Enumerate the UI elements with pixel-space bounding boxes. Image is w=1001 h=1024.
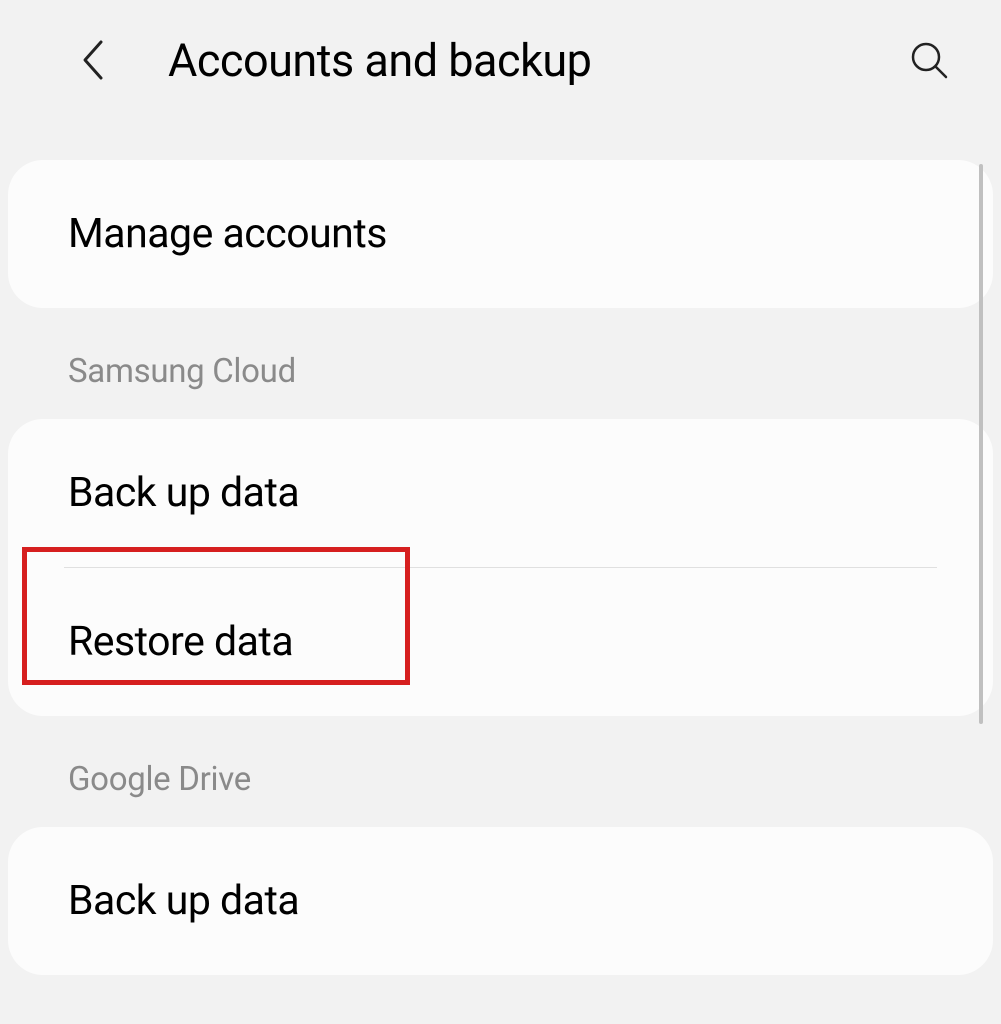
scrollbar-thumb[interactable] xyxy=(979,164,983,724)
header-bar: Accounts and backup xyxy=(0,0,1001,120)
manage-accounts-item[interactable]: Manage accounts xyxy=(8,160,993,308)
page-title: Accounts and backup xyxy=(168,34,591,87)
samsung-cloud-card: Back up data Restore data xyxy=(8,419,993,716)
google-drive-card: Back up data xyxy=(8,827,993,975)
search-button[interactable] xyxy=(905,36,953,84)
standalone-card: Manage accounts xyxy=(8,160,993,308)
back-button[interactable] xyxy=(72,40,112,80)
chevron-left-icon xyxy=(79,38,105,82)
backup-data-samsung-item[interactable]: Back up data xyxy=(8,419,993,567)
scrollbar[interactable] xyxy=(979,164,983,1014)
section-header-samsung-cloud: Samsung Cloud xyxy=(8,308,993,419)
search-icon xyxy=(909,40,949,80)
section-header-google-drive: Google Drive xyxy=(8,716,993,827)
content-area: Manage accounts Samsung Cloud Back up da… xyxy=(0,120,1001,975)
backup-data-google-item[interactable]: Back up data xyxy=(8,827,993,975)
restore-data-item[interactable]: Restore data xyxy=(8,568,993,716)
